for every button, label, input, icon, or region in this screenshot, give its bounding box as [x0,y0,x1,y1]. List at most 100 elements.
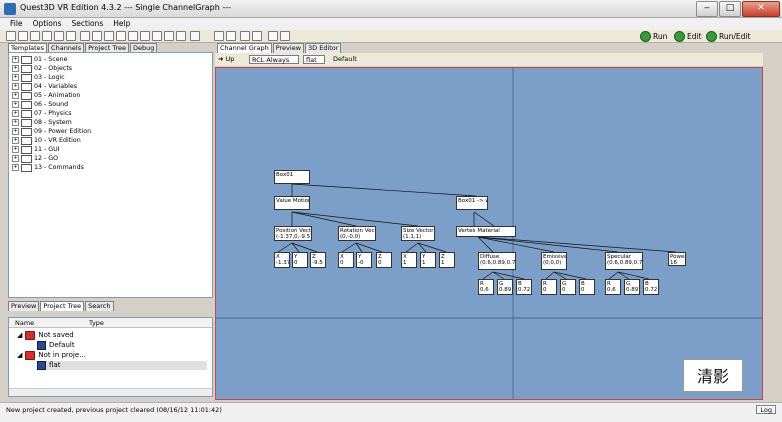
node-diffuse[interactable]: Diffuse (0.6,0.89,0.72) [478,252,516,270]
node-power[interactable]: Power 16 [668,252,686,266]
expand-icon[interactable]: + [12,137,19,144]
expand-icon[interactable]: + [12,56,19,63]
node-rotation-y[interactable]: Y -0 [356,252,372,268]
node-box01-material[interactable]: Box01 -> wire_material [456,196,488,210]
template-item[interactable]: +06 - Sound [12,100,68,109]
open-folder-icon[interactable] [30,31,40,41]
tab-search[interactable]: Search [85,301,114,311]
layout-2-icon[interactable] [190,31,200,41]
brush-icon[interactable] [240,31,250,41]
up-button[interactable]: ➜ Up [218,55,234,64]
list-item[interactable]: ◢ Not saved [17,331,74,340]
node-rotation-z[interactable]: Z 0 [376,252,392,268]
collapse-icon[interactable]: ◢ [17,351,22,360]
channel-icon[interactable] [92,31,102,41]
run-edit-button[interactable]: Run/Edit [706,31,750,42]
template-item[interactable]: +08 - System [12,118,72,127]
layout-icon[interactable] [176,31,186,41]
node-rotation-vector[interactable]: Rotation Vector (0,-0,0) [338,226,376,241]
node-size-z[interactable]: Z 1 [439,252,455,268]
expand-icon[interactable]: + [12,74,19,81]
node-value-motion[interactable]: Value Motion [274,196,310,210]
expand-icon[interactable]: + [12,92,19,99]
template-item[interactable]: +07 - Physics [12,109,72,118]
fill-icon[interactable] [252,31,262,41]
expand-icon[interactable]: + [12,164,19,171]
run-button[interactable]: Run [640,31,667,42]
node-size-vector[interactable]: Size Vector (1,1,1) [401,226,435,241]
tab-3d-editor[interactable]: 3D Editor [305,43,342,53]
template-item[interactable]: +13 - Commands [12,163,84,172]
node-emissive-g[interactable]: G 0 [560,279,576,295]
graph-icon[interactable] [140,31,150,41]
edit-button[interactable]: Edit [674,31,702,42]
channel-name-field[interactable]: flat [303,55,325,64]
node-rotation-x[interactable]: X 0 [338,252,354,268]
node-vertex-material[interactable]: Vertex Material [456,226,516,237]
node-specular-g[interactable]: G 0.89 [624,279,640,295]
col-type[interactable]: Type [89,319,104,327]
maximize-button[interactable]: □ [719,1,741,17]
close-button[interactable]: ✕ [742,1,780,17]
template-item[interactable]: +02 - Objects [12,64,72,73]
tab-preview[interactable]: Preview [8,301,40,311]
panel-icon[interactable] [164,31,174,41]
frame-icon[interactable] [152,31,162,41]
node-position-x[interactable]: X -1.37 [274,252,290,268]
eraser-icon[interactable] [226,31,236,41]
open-icon[interactable] [18,31,28,41]
expand-icon[interactable]: + [12,119,19,126]
menu-help[interactable]: Help [113,18,130,30]
link-icon[interactable] [104,31,114,41]
list-item[interactable]: flat [37,361,207,370]
node-position-vector[interactable]: Position Vector (-1.37,0,-9.5) [274,226,312,241]
record-icon[interactable] [116,31,126,41]
collapse-icon[interactable]: ◢ [17,331,22,340]
node-diffuse-r[interactable]: R 0.6 [478,279,494,295]
node-specular-r[interactable]: R 0.6 [605,279,621,295]
tab-channel-graph[interactable]: Channel Graph [217,43,272,53]
expand-icon[interactable]: + [12,128,19,135]
col-name[interactable]: Name [15,319,34,327]
horizontal-scrollbar[interactable] [9,388,212,396]
template-item[interactable]: +09 - Power Edition [12,127,91,136]
menu-sections[interactable]: Sections [72,18,104,30]
template-item[interactable]: +10 - VR Edition [12,136,81,145]
node-position-z[interactable]: Z -9.5 [310,252,326,268]
list-item[interactable]: ◢ Not in proje... [17,351,86,360]
expand-icon[interactable]: + [12,101,19,108]
tab-project-tree-bottom[interactable]: Project Tree [40,301,85,311]
template-item[interactable]: +03 - Logic [12,73,65,82]
mode-select[interactable]: RCL Always [249,55,299,64]
log-button[interactable]: Log [756,405,776,414]
node-emissive[interactable]: Emissive (0,0,0) [541,252,567,270]
channel-graph-canvas[interactable]: Box01 Value Motion Box01 -> wire_materia… [215,67,763,400]
default-button[interactable]: Default [333,55,357,64]
pencil-icon[interactable] [214,31,224,41]
template-item[interactable]: +04 - Variables [12,82,77,91]
node-emissive-b[interactable]: B 0 [579,279,595,295]
save-icon[interactable] [42,31,52,41]
menu-options[interactable]: Options [33,18,62,30]
expand-icon[interactable]: + [12,146,19,153]
object-icon[interactable] [128,31,138,41]
save-all-icon[interactable] [54,31,64,41]
menu-file[interactable]: File [10,18,23,30]
expand-icon[interactable]: + [12,110,19,117]
node-diffuse-b[interactable]: B 0.72 [516,279,532,295]
template-item[interactable]: +11 - GUI [12,145,60,154]
template-item[interactable]: +05 - Animation [12,91,80,100]
template-item[interactable]: +01 - Scene [12,55,68,64]
node-size-y[interactable]: Y 1 [420,252,436,268]
copy-icon[interactable] [66,31,76,41]
node-specular[interactable]: Specular (0.6,0.89,0.72) [605,252,643,270]
tab-graph-preview[interactable]: Preview [272,43,305,53]
minimize-button[interactable]: ‒ [696,1,718,17]
search-icon[interactable] [268,31,278,41]
grid-icon[interactable] [80,31,90,41]
node-emissive-r[interactable]: R 0 [541,279,557,295]
expand-icon[interactable]: + [12,83,19,90]
expand-icon[interactable]: + [12,65,19,72]
new-icon[interactable] [6,31,16,41]
node-box01[interactable]: Box01 [274,170,310,184]
